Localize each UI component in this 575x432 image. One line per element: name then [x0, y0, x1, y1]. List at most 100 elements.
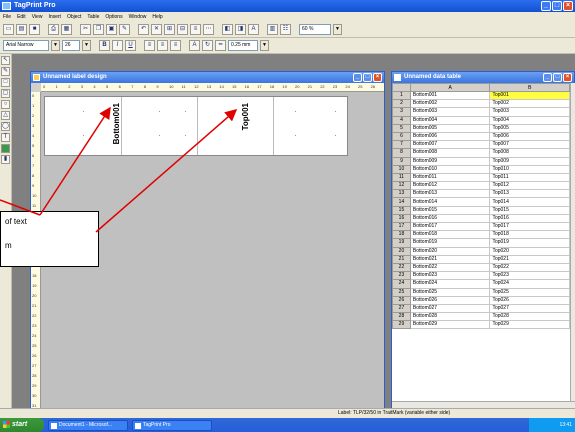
cell-b[interactable]: Top006 — [489, 131, 570, 142]
delete-icon[interactable]: ✕ — [151, 24, 162, 35]
row-number[interactable]: 9 — [392, 156, 411, 166]
close-button[interactable]: × — [563, 1, 573, 11]
cell-b[interactable]: Top022 — [489, 262, 570, 273]
cell-b[interactable]: Top012 — [489, 181, 570, 191]
cell-b[interactable]: Top007 — [489, 140, 570, 150]
bold-button[interactable]: B — [99, 40, 110, 51]
cell-b[interactable]: Top023 — [489, 271, 570, 281]
cell-a[interactable]: Bottom015 — [409, 205, 491, 215]
table-row[interactable]: 23 Bottom023 Top023 — [392, 271, 570, 281]
data-maximize-button[interactable]: □ — [553, 73, 562, 82]
cell-a[interactable]: Bottom027 — [409, 303, 491, 314]
cell-a[interactable]: Bottom028 — [409, 312, 491, 322]
table-row[interactable]: 19 Bottom019 Top019 — [392, 238, 570, 248]
ellipse-tool-icon[interactable]: ○ — [1, 100, 10, 109]
table-row[interactable]: 5 Bottom005 Top005 — [392, 123, 570, 133]
pointer-tool-icon[interactable]: ↖ — [1, 56, 10, 65]
row-number[interactable]: 28 — [392, 312, 411, 322]
text-object-bottom[interactable]: Bottom001 — [112, 103, 121, 144]
cell-a[interactable]: Bottom007 — [409, 140, 491, 150]
table-row[interactable]: 27 Bottom027 Top027 — [392, 303, 570, 314]
row-number[interactable]: 2 — [392, 99, 411, 109]
image-tool-icon[interactable] — [1, 144, 10, 153]
table-row[interactable]: 10 Bottom010 Top010 — [392, 164, 570, 174]
cell-a[interactable]: Bottom003 — [409, 107, 491, 117]
pencil-icon[interactable]: ✎ — [119, 24, 130, 35]
cell-b[interactable]: Top013 — [489, 189, 570, 199]
table-row[interactable]: 29 Bottom029 Top029 — [392, 320, 570, 330]
corner-header[interactable] — [392, 83, 411, 92]
row-number[interactable]: 29 — [392, 320, 411, 330]
align-left-icon[interactable]: ≡ — [144, 40, 155, 51]
row-number[interactable]: 11 — [392, 172, 411, 183]
menu-options[interactable]: Options — [105, 14, 122, 20]
row-number[interactable]: 27 — [392, 303, 411, 314]
label-close-button[interactable]: × — [373, 73, 382, 82]
text-tool-icon[interactable]: T — [1, 133, 10, 142]
data-minimize-button[interactable]: _ — [543, 73, 552, 82]
cell-a[interactable]: Bottom001 — [409, 90, 491, 101]
row-number[interactable]: 7 — [392, 140, 411, 150]
underline-button[interactable]: U — [125, 40, 136, 51]
distribute-icon[interactable]: ⋯ — [203, 24, 214, 35]
open-folder-icon[interactable]: ▤ — [16, 24, 27, 35]
rounded-rect-tool-icon[interactable]: ▢ — [1, 89, 10, 98]
cell-a[interactable]: Bottom026 — [409, 295, 491, 305]
save-icon[interactable]: ■ — [29, 24, 40, 35]
ungroup-icon[interactable]: ⊟ — [177, 24, 188, 35]
row-number[interactable]: 20 — [392, 246, 411, 256]
font-size-dropdown-arrow[interactable]: ▼ — [82, 40, 91, 51]
menu-window[interactable]: Window — [129, 14, 147, 20]
data-grid[interactable]: A B 1 Bottom001 Top001 2 Bottom002 Top002 3 Bot… — [392, 83, 570, 401]
row-number[interactable]: 26 — [392, 295, 411, 305]
menu-object[interactable]: Object — [67, 14, 81, 20]
table-row[interactable]: 20 Bottom020 Top020 — [392, 246, 570, 256]
align-right-icon[interactable]: ≡ — [170, 40, 181, 51]
menu-edit[interactable]: Edit — [17, 14, 26, 20]
cell-b[interactable]: Top015 — [489, 205, 570, 215]
cell-a[interactable]: Bottom006 — [409, 131, 491, 142]
table-row[interactable]: 18 Bottom018 Top018 — [392, 230, 570, 240]
cell-b[interactable]: Top017 — [489, 221, 570, 232]
row-number[interactable]: 1 — [392, 90, 411, 101]
circle-tool-icon[interactable]: ◯ — [1, 122, 10, 131]
label-strip[interactable]: Bottom001 Top001 — [44, 96, 348, 156]
dimension-dropdown-arrow[interactable]: ▼ — [260, 40, 269, 51]
font-dropdown-arrow[interactable]: ▼ — [51, 40, 60, 51]
front-icon[interactable]: ◧ — [222, 24, 233, 35]
data-close-button[interactable]: × — [563, 73, 572, 82]
cell-b[interactable]: Top003 — [489, 107, 570, 117]
row-number[interactable]: 22 — [392, 262, 411, 273]
table-row[interactable]: 11 Bottom011 Top011 — [392, 172, 570, 183]
table-row[interactable]: 26 Bottom026 Top026 — [392, 295, 570, 305]
cell-b[interactable]: Top026 — [489, 295, 570, 305]
cut-icon[interactable]: ✂ — [80, 24, 91, 35]
table-row[interactable]: 28 Bottom028 Top028 — [392, 312, 570, 322]
cell-b[interactable]: Top029 — [489, 320, 570, 330]
rotate-icon[interactable]: ↻ — [202, 40, 213, 51]
table-row[interactable]: 25 Bottom025 Top025 — [392, 287, 570, 297]
cell-b[interactable]: Top021 — [489, 254, 570, 264]
cell-b[interactable]: Top010 — [489, 164, 570, 174]
cell-a[interactable]: Bottom010 — [409, 164, 491, 174]
table-row[interactable]: 15 Bottom015 Top015 — [392, 205, 570, 215]
group-icon[interactable]: ⊞ — [164, 24, 175, 35]
cell-b[interactable]: Top001 — [489, 90, 570, 101]
row-number[interactable]: 25 — [392, 287, 411, 297]
back-icon[interactable]: ◨ — [235, 24, 246, 35]
row-number[interactable]: 6 — [392, 131, 411, 142]
data-window-title-bar[interactable]: Unnamed data table _ □ × — [392, 72, 574, 83]
row-number[interactable]: 14 — [392, 197, 411, 207]
taskbar-item-document[interactable]: Document1 - Microsof... — [48, 419, 128, 431]
cell-b[interactable]: Top016 — [489, 213, 570, 224]
cell-b[interactable]: Top025 — [489, 287, 570, 297]
row-number[interactable]: 10 — [392, 164, 411, 174]
row-number[interactable]: 18 — [392, 230, 411, 240]
table-row[interactable]: 21 Bottom021 Top021 — [392, 254, 570, 264]
horizontal-scrollbar[interactable] — [392, 401, 575, 408]
cell-a[interactable]: Bottom008 — [409, 148, 491, 158]
align-center-icon[interactable]: ≡ — [157, 40, 168, 51]
table-row[interactable]: 14 Bottom014 Top014 — [392, 197, 570, 207]
cell-a[interactable]: Bottom002 — [409, 99, 491, 109]
label-minimize-button[interactable]: _ — [353, 73, 362, 82]
